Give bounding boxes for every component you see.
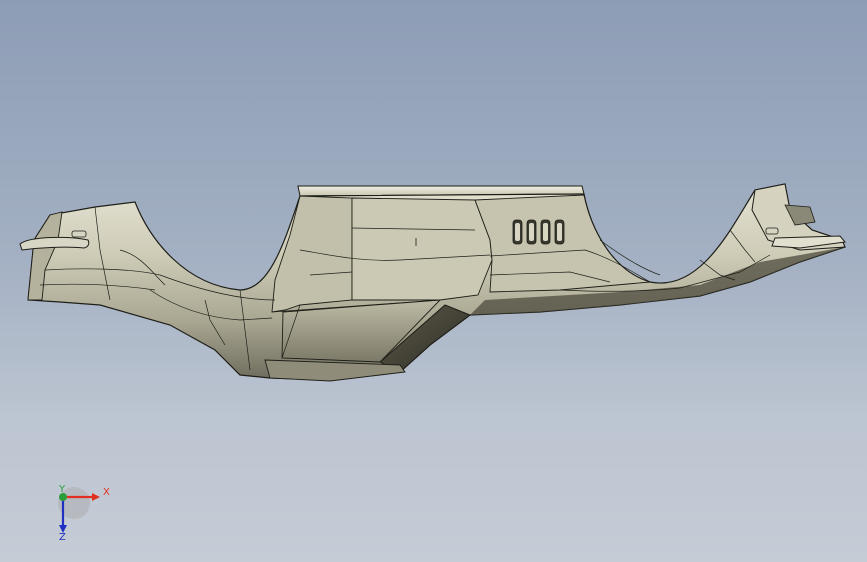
right-slot [765,227,779,235]
z-axis-label: Z [59,532,66,543]
left-slot [71,230,87,238]
triad-axes [58,487,100,533]
coordinate-triad: X Y Z [44,482,124,552]
graphics-viewport[interactable]: X Y Z [0,0,867,562]
x-axis-arrowhead [92,493,100,501]
y-axis-label: Y [59,484,66,495]
center-glovebox-panel [351,197,493,301]
x-axis-label: X [103,487,110,498]
cad-part-model[interactable] [0,0,867,562]
center-console-panel [271,195,353,313]
